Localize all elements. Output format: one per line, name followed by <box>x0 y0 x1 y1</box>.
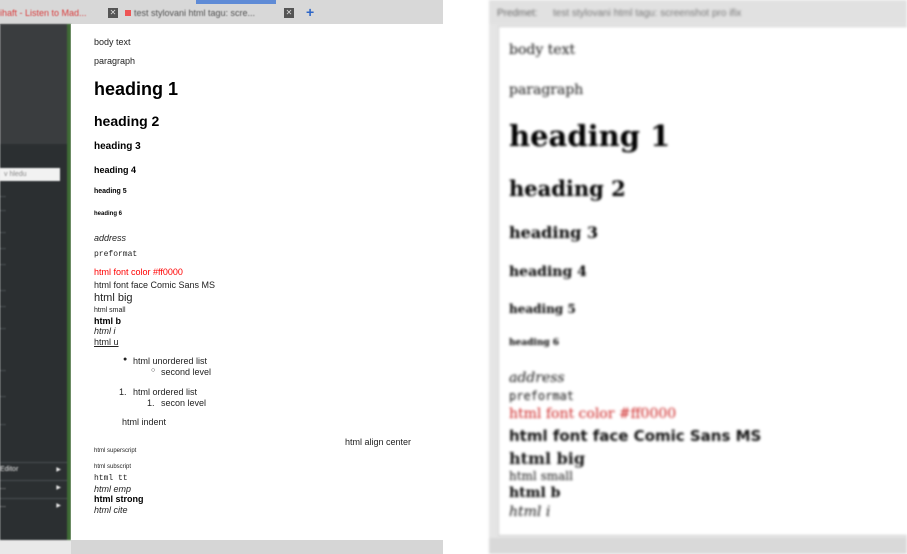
sidebar-header-area <box>0 24 67 144</box>
sidebar-section-label: Editor <box>0 466 19 473</box>
sidebar-item[interactable]: ... <box>0 206 6 213</box>
bold-line: html b <box>94 316 121 326</box>
superscript-line: html superscript <box>94 448 137 454</box>
message-preview: body text paragraph heading 1 heading 2 … <box>71 24 443 540</box>
left-screenshot: ihaft - Listen to Mad... ✕ test stylovan… <box>0 0 443 554</box>
bullet-icon: ● <box>123 356 128 363</box>
heading-4: heading 4 <box>94 165 137 175</box>
message-body: body text paragraph heading 1 heading 2 … <box>498 26 907 536</box>
heading-2: heading 2 <box>94 113 160 129</box>
sidebar-section[interactable]: ... ▶ <box>0 498 67 513</box>
font-color-line: html font color #ff0000 <box>94 267 183 277</box>
bold-line: html b <box>509 485 561 501</box>
sidebar-item[interactable]: ... <box>0 228 6 235</box>
heading-6: heading 6 <box>509 338 560 348</box>
body-text: body text <box>94 37 131 47</box>
sidebar-item[interactable]: ... <box>0 244 6 251</box>
indent-line: html indent <box>122 417 167 427</box>
subject-value: test stylovani html tagu: screenshot pro… <box>553 8 742 19</box>
sidebar-item[interactable]: ... <box>0 392 6 399</box>
paragraph: paragraph <box>94 56 136 66</box>
favicon-icon <box>125 10 131 16</box>
chevron-right-icon: ▶ <box>56 503 61 509</box>
sidebar-section[interactable]: ... ▶ <box>0 480 67 495</box>
big-line: html big <box>94 292 133 304</box>
tab-listen[interactable]: ihaft - Listen to Mad... <box>0 7 87 19</box>
sidebar-item[interactable]: ... <box>0 420 6 427</box>
sidebar-section[interactable]: Editor ▶ <box>0 462 67 477</box>
heading-5: heading 5 <box>509 302 576 316</box>
sidebar-item[interactable]: ... <box>0 302 6 309</box>
chevron-right-icon: ▶ <box>56 467 61 473</box>
sidebar-item[interactable]: ... <box>0 260 6 267</box>
right-screenshot: Predmet: test stylovani html tagu: scree… <box>489 0 907 554</box>
sidebar-section-label: ... <box>0 484 6 491</box>
italic-line: html i <box>94 326 116 336</box>
body-text: body text <box>509 42 576 58</box>
status-bar <box>489 538 907 554</box>
sidebar-item[interactable]: ... <box>0 286 6 293</box>
new-tab-plus-icon[interactable]: + <box>306 5 314 19</box>
circle-bullet-icon: ○ <box>151 367 156 374</box>
heading-2: heading 2 <box>509 176 626 201</box>
subject-label: Predmet: <box>497 8 538 19</box>
sidebar-item[interactable]: ... <box>0 324 6 331</box>
emp-line: html emp <box>94 484 132 494</box>
ordered-list-subitem: secon level <box>161 398 207 408</box>
browser-tab-bar: ihaft - Listen to Mad... ✕ test stylovan… <box>0 0 443 25</box>
italic-line: html i <box>509 504 551 520</box>
underline-line: html u <box>94 337 119 347</box>
address: address <box>94 233 127 243</box>
center-line: html align center <box>345 437 412 447</box>
close-icon[interactable]: ✕ <box>108 8 118 18</box>
cite-line: html cite <box>94 505 128 515</box>
unordered-list-subitem: second level <box>161 367 212 377</box>
small-line: html small <box>509 469 573 483</box>
chevron-right-icon: ▶ <box>56 485 61 491</box>
close-icon[interactable]: ✕ <box>284 8 294 18</box>
font-face-line: html font face Comic Sans MS <box>509 427 762 445</box>
active-tab-indicator <box>196 0 276 4</box>
sidebar-section-label: ... <box>0 502 6 509</box>
ordered-list-number: 1. <box>119 387 127 397</box>
status-bar <box>71 540 443 554</box>
heading-4: heading 4 <box>509 264 587 280</box>
heading-1: heading 1 <box>94 79 179 99</box>
strong-line: html strong <box>94 494 144 504</box>
sidebar-item[interactable]: ... <box>0 366 6 373</box>
ordered-list-item: html ordered list <box>133 387 198 397</box>
big-line: html big <box>509 449 586 468</box>
subscript-line: html subscript <box>94 464 132 470</box>
address: address <box>509 370 565 386</box>
preformat: preformat <box>94 250 138 259</box>
sidebar-item[interactable]: ... <box>0 192 6 199</box>
font-face-line: html font face Comic Sans MS <box>94 280 216 290</box>
heading-3: heading 3 <box>509 223 598 242</box>
sidebar: v hledu ... ... ... ... ... ... ... ... … <box>0 24 71 540</box>
paragraph: paragraph <box>509 82 584 98</box>
tt-line: html tt <box>94 474 128 483</box>
ordered-list-number: 1. <box>147 398 155 408</box>
heading-5: heading 5 <box>94 188 127 195</box>
heading-3: heading 3 <box>94 141 141 152</box>
tab-test-styling[interactable]: test stylovani html tagu: scre... <box>134 7 255 19</box>
subject-bar: Predmet: test stylovani html tagu: scree… <box>489 0 907 24</box>
font-color-line: html font color #ff0000 <box>509 406 677 422</box>
sidebar-search-input[interactable]: v hledu <box>0 168 60 181</box>
preformat: preformat <box>509 389 575 403</box>
small-line: html small <box>94 307 126 314</box>
unordered-list-item: html unordered list <box>133 356 208 366</box>
heading-6: heading 6 <box>94 211 123 217</box>
heading-1: heading 1 <box>509 119 671 153</box>
